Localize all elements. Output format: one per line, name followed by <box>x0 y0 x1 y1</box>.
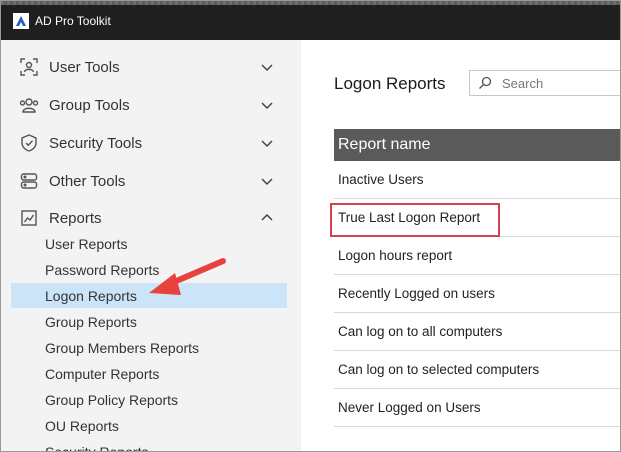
search-icon <box>479 76 492 89</box>
table-row[interactable]: Never Logged on Users <box>334 389 620 427</box>
reports-table: Report name Inactive Users True Last Log… <box>330 129 620 427</box>
sidebar-item-computer-reports[interactable]: Computer Reports <box>11 361 287 386</box>
sidebar-item-label: Password Reports <box>45 261 160 278</box>
sidebar-item-label: Group Reports <box>45 313 137 330</box>
sidebar: User Tools Group Tools Security Tools Ot… <box>1 40 301 452</box>
title-bar: AD Pro Toolkit <box>1 1 620 40</box>
chevron-down-icon[interactable] <box>259 135 275 151</box>
sidebar-item-group-policy-reports[interactable]: Group Policy Reports <box>11 387 287 412</box>
sidebar-item-user-reports[interactable]: User Reports <box>11 231 287 256</box>
sidebar-item-security-reports[interactable]: Security Reports <box>11 439 287 452</box>
page-title: Logon Reports <box>334 74 446 93</box>
highlight-box <box>330 203 500 237</box>
table-cell: Logon hours report <box>338 248 453 263</box>
sidebar-item-label: Computer Reports <box>45 365 160 382</box>
sidebar-item-ou-reports[interactable]: OU Reports <box>11 413 287 438</box>
torn-edge <box>1 1 620 5</box>
sidebar-item-label: Other Tools <box>49 172 126 190</box>
app-window: AD Pro Toolkit User Tools Group Tools Se… <box>0 0 621 452</box>
table-row[interactable]: Can log on to selected computers <box>334 351 620 389</box>
sidebar-item-label: OU Reports <box>45 417 119 434</box>
chart-icon <box>17 206 41 230</box>
sidebar-item-label: Security Reports <box>45 443 149 452</box>
sidebar-item-group-reports[interactable]: Group Reports <box>11 309 287 334</box>
sidebar-item-label: Logon Reports <box>45 287 137 304</box>
group-icon <box>17 93 41 117</box>
search-input[interactable] <box>500 74 620 92</box>
sidebar-item-label: Group Policy Reports <box>45 391 179 408</box>
table-row[interactable]: True Last Logon Report <box>330 199 620 237</box>
sidebar-item-label: Security Tools <box>49 134 143 152</box>
sidebar-item-label: Group Members Reports <box>45 339 200 356</box>
user-scan-icon <box>17 55 41 79</box>
table-row[interactable]: Recently Logged on users <box>334 275 620 313</box>
table-row[interactable]: Can log on to all computers <box>334 313 620 351</box>
sidebar-item-security-tools[interactable]: Security Tools <box>9 127 287 159</box>
sidebar-item-logon-reports[interactable]: Logon Reports <box>11 283 287 308</box>
search-box[interactable] <box>469 70 620 96</box>
chevron-down-icon[interactable] <box>259 173 275 189</box>
table-cell: Never Logged on Users <box>338 400 481 415</box>
server-icon <box>17 169 41 193</box>
sidebar-item-label: Reports <box>49 209 102 227</box>
app-logo-icon <box>13 13 29 29</box>
shield-icon <box>17 131 41 155</box>
sidebar-item-other-tools[interactable]: Other Tools <box>9 165 287 197</box>
chevron-down-icon[interactable] <box>259 59 275 75</box>
sidebar-item-label: User Reports <box>45 235 128 252</box>
sidebar-item-group-members-reports[interactable]: Group Members Reports <box>11 335 287 360</box>
table-cell: Inactive Users <box>338 172 424 187</box>
chevron-up-icon[interactable] <box>259 210 275 226</box>
table-row[interactable]: Logon hours report <box>334 237 620 275</box>
table-row[interactable]: Inactive Users <box>334 161 620 199</box>
chevron-down-icon[interactable] <box>259 97 275 113</box>
sidebar-item-user-tools[interactable]: User Tools <box>9 51 287 83</box>
sidebar-item-password-reports[interactable]: Password Reports <box>11 257 287 282</box>
sidebar-item-reports[interactable]: Reports <box>9 202 287 234</box>
sidebar-item-group-tools[interactable]: Group Tools <box>9 89 287 121</box>
main-panel: Logon Reports Report name Inactive Users… <box>311 55 620 451</box>
app-title: AD Pro Toolkit <box>35 14 111 28</box>
table-cell: Recently Logged on users <box>338 286 495 301</box>
table-cell: Can log on to all computers <box>338 324 503 339</box>
table-header-report-name[interactable]: Report name <box>334 129 620 161</box>
table-cell: Can log on to selected computers <box>338 362 540 377</box>
sidebar-item-label: User Tools <box>49 58 120 76</box>
sidebar-item-label: Group Tools <box>49 96 130 114</box>
